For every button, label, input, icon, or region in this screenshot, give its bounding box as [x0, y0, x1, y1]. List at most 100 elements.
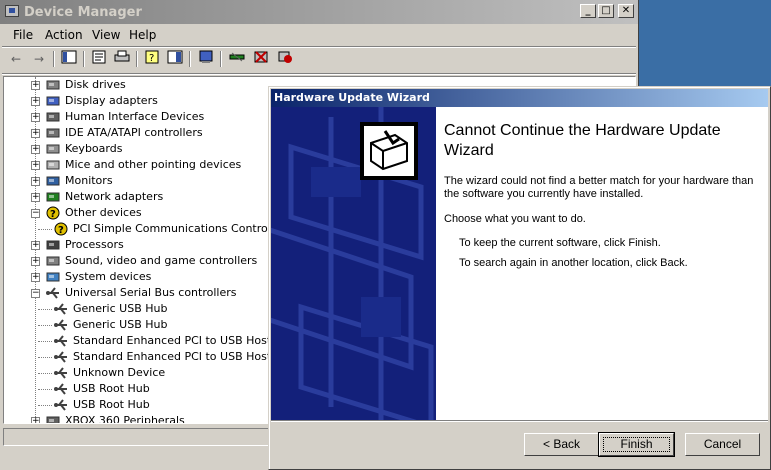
expand-plus-icon[interactable]: +: [31, 129, 40, 138]
svg-text:?: ?: [149, 53, 154, 64]
tree-connector-line: [38, 389, 52, 390]
maximize-button[interactable]: □: [598, 4, 614, 18]
toolbar-divider: [53, 51, 55, 67]
tree-connector-line: [38, 325, 52, 326]
expand-plus-icon[interactable]: +: [31, 81, 40, 90]
warning-device-icon: ?: [54, 222, 68, 236]
expand-plus-icon[interactable]: +: [31, 161, 40, 170]
tree-item-label: Display adapters: [65, 94, 158, 107]
menu-file[interactable]: File: [13, 28, 33, 42]
wizard-content-panel: Cannot Continue the Hardware Update Wiza…: [360, 107, 768, 420]
forward-arrow-icon[interactable]: →: [30, 50, 48, 68]
collapse-minus-icon[interactable]: −: [31, 289, 40, 298]
toolbar: ← → ?: [0, 47, 638, 73]
expand-plus-icon[interactable]: +: [31, 257, 40, 266]
usb-icon: [54, 334, 68, 348]
show-hide-action-pane-icon[interactable]: [166, 50, 184, 68]
toolbar-divider: [83, 51, 85, 67]
wizard-heading: Cannot Continue the Hardware Update Wiza…: [444, 122, 721, 159]
disk-drive-icon: [46, 78, 60, 92]
menu-action[interactable]: Action: [45, 28, 83, 42]
usb-icon: [54, 318, 68, 332]
collapse-minus-icon[interactable]: −: [31, 209, 40, 218]
tree-item-label: System devices: [65, 270, 152, 283]
disable-device-icon[interactable]: [276, 50, 294, 68]
menu-bar: File Action View Help: [0, 24, 638, 46]
xbox-icon: [46, 414, 60, 423]
toolbar-divider: [189, 51, 191, 67]
wizard-prompt: Choose what you want to do.: [444, 213, 586, 225]
finish-button[interactable]: Finish: [598, 432, 675, 457]
option-back-text: To search again in another location, cli…: [459, 257, 688, 269]
usb-icon: [54, 398, 68, 412]
expand-plus-icon[interactable]: +: [31, 241, 40, 250]
tree-connector-line: [38, 341, 52, 342]
hardware-device-icon: [359, 121, 419, 181]
toolbar-separator: [2, 73, 636, 75]
tree-item-label: Monitors: [65, 174, 113, 187]
device-manager-titlebar[interactable]: Device Manager _ □ ✕: [0, 0, 638, 24]
tree-item-label: Disk drives: [65, 78, 126, 91]
wizard-titlebar[interactable]: Hardware Update Wizard: [271, 89, 768, 107]
tree-item-label: PCI Simple Communications Controller: [73, 222, 286, 235]
tree-connector-line: [38, 405, 52, 406]
tree-connector-line: [38, 229, 52, 230]
network-adapter-icon: [46, 190, 60, 204]
display-adapter-icon: [46, 94, 60, 108]
properties-icon[interactable]: [90, 50, 108, 68]
sound-icon: [46, 254, 60, 268]
expand-plus-icon[interactable]: +: [31, 145, 40, 154]
keyboard-icon: [46, 142, 60, 156]
expand-plus-icon[interactable]: +: [31, 97, 40, 106]
hardware-update-wizard-dialog: Hardware Update Wizard Cannot Continue t…: [268, 86, 771, 470]
menu-help[interactable]: Help: [129, 28, 156, 42]
update-driver-icon[interactable]: [228, 50, 246, 68]
wizard-separator: [271, 420, 768, 422]
close-button[interactable]: ✕: [618, 4, 634, 18]
ide-controller-icon: [46, 126, 60, 140]
tree-connector-line: [38, 309, 52, 310]
cancel-button[interactable]: Cancel: [685, 433, 760, 456]
wizard-message: The wizard could not find a better match…: [444, 175, 754, 200]
tree-item-label: XBOX 360 Peripherals: [65, 414, 185, 424]
usb-icon: [54, 350, 68, 364]
help-icon[interactable]: ?: [143, 50, 161, 68]
hid-icon: [46, 110, 60, 124]
device-manager-app-icon: [5, 5, 19, 17]
expand-plus-icon[interactable]: +: [31, 273, 40, 282]
tree-item-label: Unknown Device: [73, 366, 166, 379]
tree-item-label: Network adapters: [65, 190, 164, 203]
tree-item-label: Sound, video and game controllers: [65, 254, 258, 267]
minimize-button[interactable]: _: [580, 4, 596, 18]
expand-plus-icon[interactable]: +: [31, 417, 40, 423]
expand-plus-icon[interactable]: +: [31, 113, 40, 122]
tree-item-label: Mice and other pointing devices: [65, 158, 242, 171]
show-hide-console-tree-icon[interactable]: [60, 50, 78, 68]
expand-plus-icon[interactable]: +: [31, 193, 40, 202]
tree-item-label: Processors: [65, 238, 124, 251]
usb-icon: [54, 366, 68, 380]
expand-plus-icon[interactable]: +: [31, 177, 40, 186]
option-finish-text: To keep the current software, click Fini…: [459, 237, 661, 249]
tree-item-label: Keyboards: [65, 142, 123, 155]
toolbar-divider: [136, 51, 138, 67]
print-icon[interactable]: [113, 50, 131, 68]
back-button[interactable]: < Back: [524, 433, 599, 456]
tree-item-label: IDE ATA/ATAPI controllers: [65, 126, 203, 139]
tree-item-label: Universal Serial Bus controllers: [65, 286, 237, 299]
svg-text:?: ?: [58, 225, 64, 236]
tree-connector-line: [38, 357, 52, 358]
back-arrow-icon[interactable]: ←: [7, 50, 25, 68]
system-device-icon: [46, 270, 60, 284]
tree-item-label: USB Root Hub: [73, 382, 150, 395]
device-manager-title: Device Manager: [24, 5, 142, 20]
usb-icon: [54, 382, 68, 396]
unknown-device-icon: ?: [46, 206, 60, 220]
tree-item-label: USB Root Hub: [73, 398, 150, 411]
uninstall-icon[interactable]: [252, 50, 270, 68]
processor-icon: [46, 238, 60, 252]
usb-icon: [54, 302, 68, 316]
mouse-icon: [46, 158, 60, 172]
menu-view[interactable]: View: [92, 28, 120, 42]
scan-hardware-icon[interactable]: [197, 50, 215, 68]
